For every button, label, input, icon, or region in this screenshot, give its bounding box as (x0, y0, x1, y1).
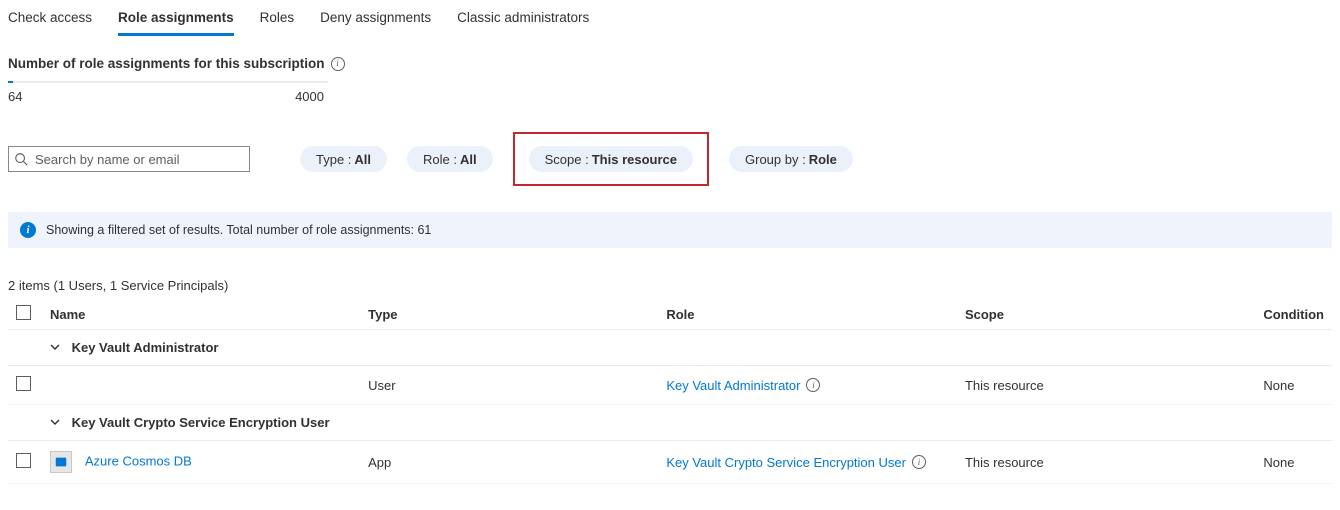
row-checkbox[interactable] (16, 453, 31, 468)
cell-scope: This resource (957, 366, 1255, 405)
tab-check-access[interactable]: Check access (8, 6, 92, 35)
group-title: Key Vault Crypto Service Encryption User (72, 415, 330, 430)
tab-deny-assignments[interactable]: Deny assignments (320, 6, 431, 35)
role-assignments-table: Name Type Role Scope Condition Key Vault… (8, 299, 1332, 484)
table-row: User Key Vault Administrator i This reso… (8, 366, 1332, 405)
tab-classic-administrators[interactable]: Classic administrators (457, 6, 589, 35)
cell-scope: This resource (957, 441, 1255, 484)
select-all-checkbox[interactable] (16, 305, 31, 320)
column-header-scope[interactable]: Scope (957, 299, 1255, 330)
cell-condition: None (1255, 366, 1332, 405)
column-header-type[interactable]: Type (360, 299, 658, 330)
tab-bar: Check access Role assignments Roles Deny… (0, 0, 1340, 36)
app-icon (50, 451, 72, 473)
info-icon[interactable]: i (912, 455, 926, 469)
group-row[interactable]: Key Vault Administrator (8, 330, 1332, 366)
role-link[interactable]: Key Vault Administrator (666, 378, 800, 393)
filter-group-by[interactable]: Group by :Role (729, 146, 853, 172)
search-input[interactable] (8, 146, 250, 172)
cell-condition: None (1255, 441, 1332, 484)
results-info-banner: i Showing a filtered set of results. Tot… (8, 212, 1332, 248)
subscription-count-current: 64 (8, 89, 22, 104)
filter-scope-highlight: Scope :This resource (513, 132, 709, 186)
info-icon[interactable]: i (331, 57, 345, 71)
group-row[interactable]: Key Vault Crypto Service Encryption User (8, 405, 1332, 441)
tab-role-assignments[interactable]: Role assignments (118, 6, 234, 36)
subscription-count-label: Number of role assignments for this subs… (8, 56, 325, 71)
cell-name (42, 366, 360, 405)
role-link[interactable]: Key Vault Crypto Service Encryption User (666, 455, 906, 470)
column-header-name[interactable]: Name (42, 299, 360, 330)
row-checkbox[interactable] (16, 376, 31, 391)
column-header-role[interactable]: Role (658, 299, 957, 330)
results-info-text: Showing a filtered set of results. Total… (46, 223, 431, 237)
chevron-down-icon (50, 415, 60, 425)
filter-type[interactable]: Type :All (300, 146, 387, 172)
chevron-down-icon (50, 340, 60, 350)
search-icon (14, 152, 28, 166)
tab-roles[interactable]: Roles (260, 6, 295, 35)
principal-link[interactable]: Azure Cosmos DB (85, 453, 192, 468)
group-title: Key Vault Administrator (72, 340, 219, 355)
table-row: Azure Cosmos DB App Key Vault Crypto Ser… (8, 441, 1332, 484)
subscription-count-max: 4000 (295, 89, 324, 104)
cell-type: User (360, 366, 658, 405)
info-icon[interactable]: i (806, 378, 820, 392)
subscription-count-progress: 64 4000 (8, 81, 328, 104)
search-input-wrapper (8, 146, 250, 172)
info-icon: i (20, 222, 36, 238)
filter-scope[interactable]: Scope :This resource (529, 146, 693, 172)
cell-type: App (360, 441, 658, 484)
column-header-condition[interactable]: Condition (1255, 299, 1332, 330)
filter-role[interactable]: Role :All (407, 146, 493, 172)
results-summary: 2 items (1 Users, 1 Service Principals) (0, 248, 1340, 299)
